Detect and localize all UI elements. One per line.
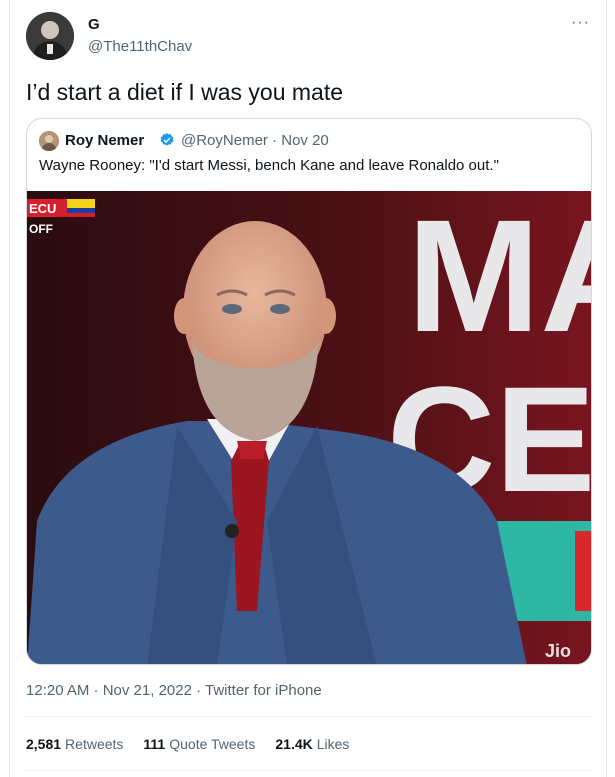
retweets-count: 2,581: [26, 736, 62, 752]
quote-tweets-count: 111: [143, 736, 166, 752]
quoted-author-name: Roy Nemer: [65, 132, 145, 149]
likes-stat[interactable]: 21.4K Likes: [275, 736, 349, 752]
quoted-tweet[interactable]: Roy Nemer @RoyNemer · Nov 20 Wayne Roone…: [26, 118, 592, 665]
quoted-media-image[interactable]: MA CEL ECU OFF Jio: [27, 186, 592, 664]
quoted-handle-date: @RoyNemer · Nov 20: [181, 132, 329, 149]
divider-top: [26, 716, 592, 717]
likes-count: 21.4K: [275, 736, 313, 752]
divider-bottom: [26, 770, 592, 771]
score-status: OFF: [29, 222, 53, 236]
engagement-stats: 2,581 Retweets 111 Quote Tweets 21.4K Likes: [26, 736, 349, 752]
watermark: Jio: [545, 641, 571, 661]
quote-tweets-label: Quote Tweets: [169, 736, 256, 752]
quote-tweets-stat[interactable]: 111 Quote Tweets: [143, 736, 255, 752]
author-name[interactable]: G: [88, 16, 100, 33]
ellipsis-icon[interactable]: ···: [571, 14, 590, 32]
verified-badge-icon: [160, 133, 174, 146]
author-avatar[interactable]: [26, 12, 74, 60]
tweet-timestamp[interactable]: 12:20 AM · Nov 21, 2022 · Twitter for iP…: [26, 682, 322, 699]
score-team: ECU: [29, 201, 56, 216]
retweets-stat[interactable]: 2,581 Retweets: [26, 736, 123, 752]
author-handle[interactable]: @The11thChav: [88, 38, 192, 55]
likes-label: Likes: [316, 736, 350, 752]
tweet-text: I’d start a diet if I was you mate: [26, 79, 344, 105]
bg-letters-top: MA: [407, 191, 592, 365]
quoted-text: Wayne Rooney: "I'd start Messi, bench Ka…: [39, 157, 499, 174]
retweets-label: Retweets: [65, 736, 124, 752]
quoted-author-avatar: [39, 131, 59, 151]
